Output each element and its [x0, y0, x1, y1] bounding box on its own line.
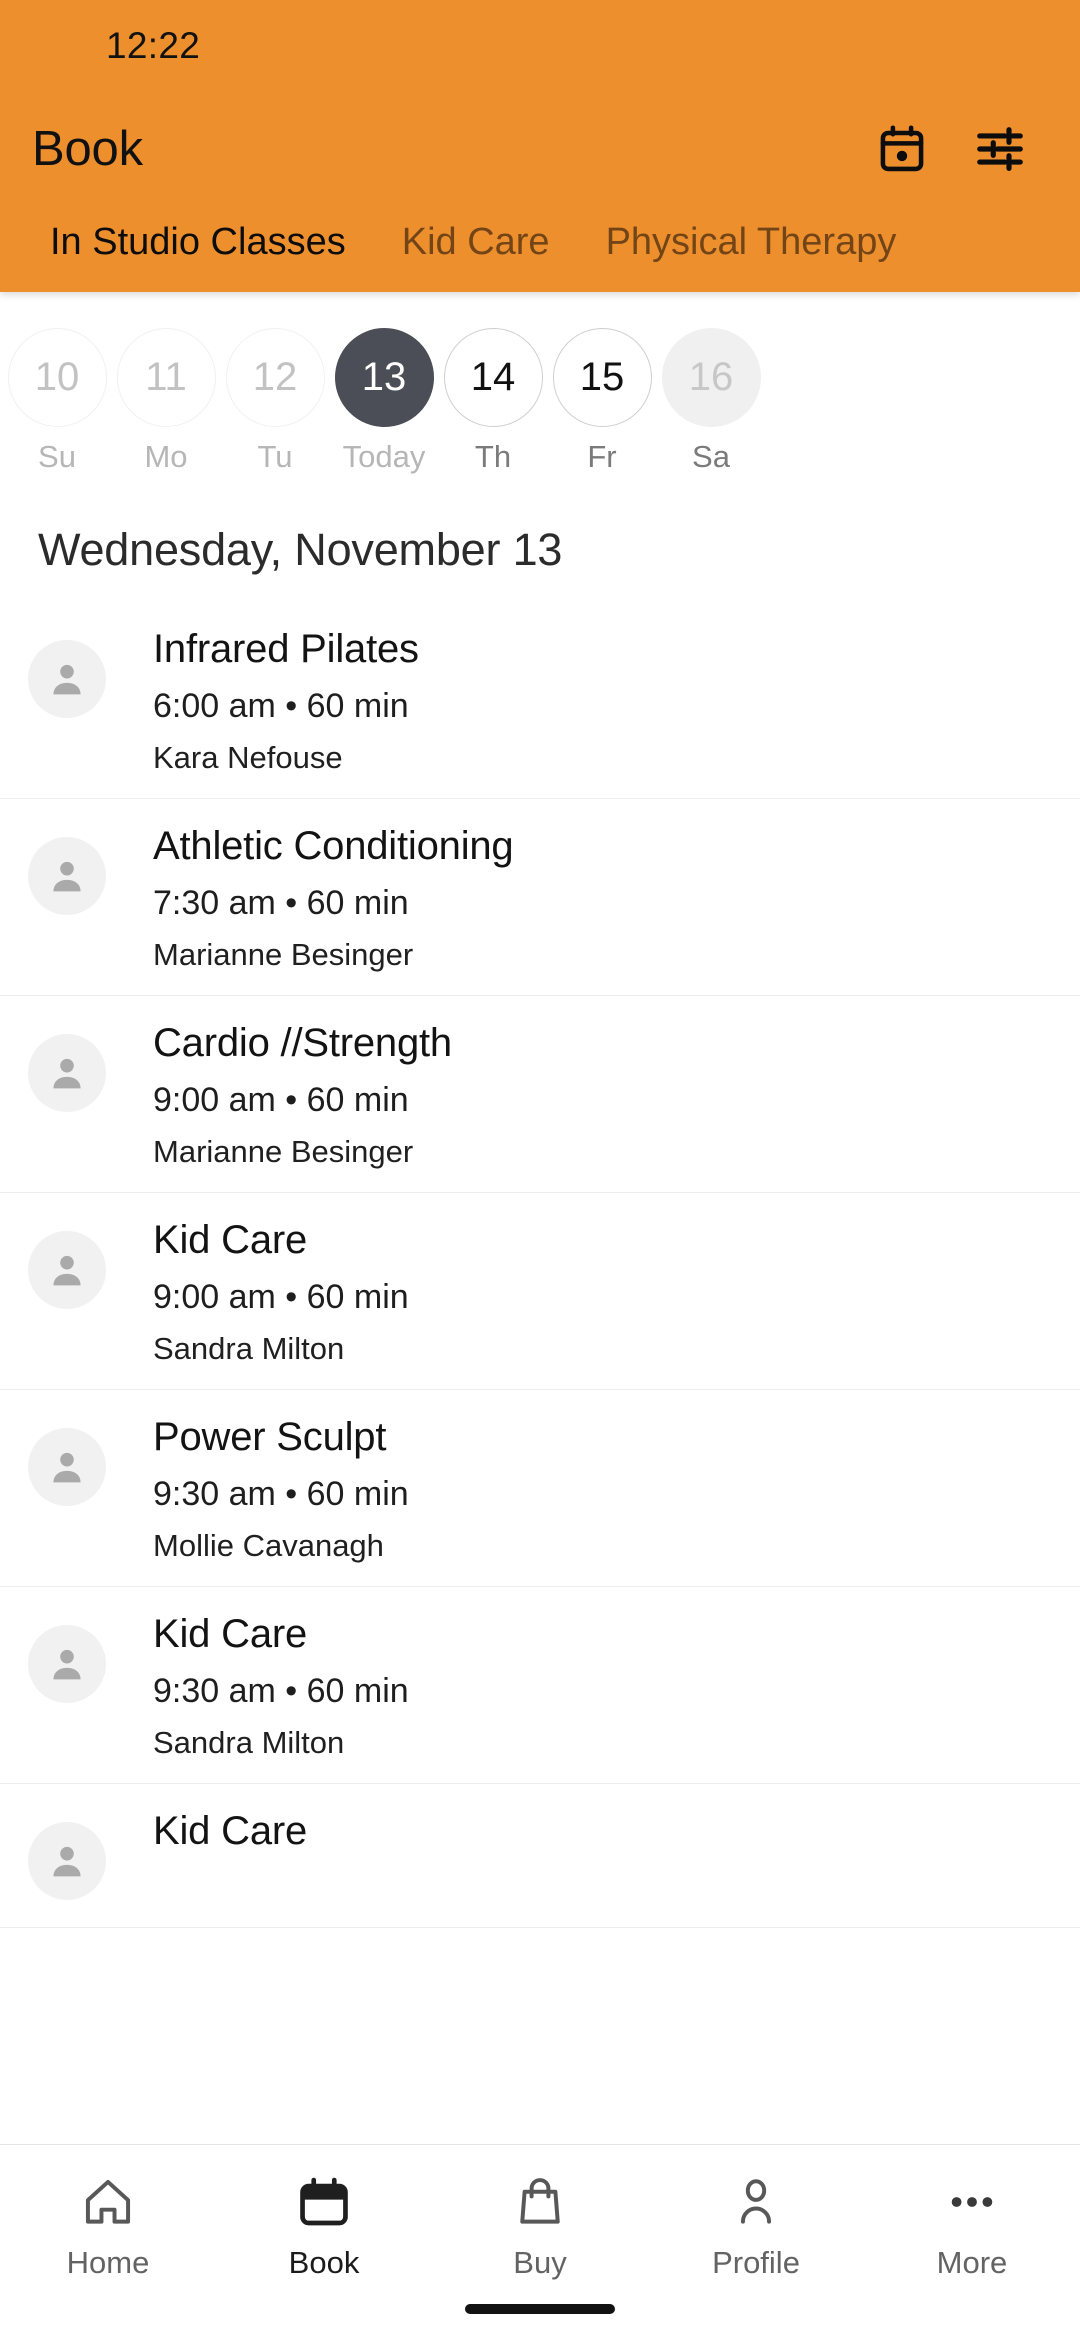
date-cell-15[interactable]: 15 Fr: [550, 328, 654, 475]
instructor-avatar-placeholder: [28, 640, 106, 718]
home-indicator[interactable]: [465, 2304, 615, 2314]
class-info: Infrared Pilates 6:00 am • 60 min Kara N…: [153, 626, 419, 776]
date-label: Sa: [692, 439, 730, 474]
class-time-duration: 7:30 am • 60 min: [153, 884, 409, 923]
class-name: Kid Care: [153, 1217, 308, 1262]
instructor-avatar-placeholder: [28, 1624, 106, 1703]
status-bar-time: 12:22: [106, 25, 201, 66]
app-bar-actions: [864, 111, 1038, 187]
class-name: Infrared Pilates: [153, 627, 419, 671]
tab-physical-therapy[interactable]: Physical Therapy: [578, 221, 925, 278]
nav-item-book[interactable]: Book: [216, 2171, 432, 2281]
instructor-avatar-placeholder: [28, 836, 106, 915]
class-info: Cardio //Strength 9:00 am • 60 min Maria…: [153, 1020, 452, 1170]
status-bar: 12:22: [0, 0, 1080, 92]
date-circle[interactable]: 12: [225, 328, 325, 427]
app-bar: Book: [0, 92, 1080, 206]
date-label: Today: [342, 439, 426, 474]
nav-label: More: [936, 2245, 1008, 2280]
home-indicator-wrap: [0, 2304, 1080, 2314]
date-cell-14[interactable]: 14 Th: [441, 328, 545, 475]
class-row[interactable]: Athletic Conditioning 7:30 am • 60 min M…: [0, 799, 1080, 996]
date-circle[interactable]: 15: [552, 328, 652, 427]
app-header: 12:22 Book In Studio Classes Kid Care Ph…: [0, 0, 1080, 292]
nav-label: Buy: [513, 2245, 567, 2280]
header-bottom-pad: [0, 278, 1080, 292]
class-row[interactable]: Kid Care 9:00 am • 60 min Sandra Milton: [0, 1193, 1080, 1390]
date-circle[interactable]: 10: [7, 328, 107, 427]
calendar-icon[interactable]: [864, 111, 940, 187]
class-name: Kid Care: [153, 1611, 308, 1656]
bag-icon: [512, 2171, 568, 2233]
more-icon: [944, 2171, 1000, 2233]
date-circle-selected[interactable]: 13: [334, 328, 434, 427]
class-row[interactable]: Power Sculpt 9:30 am • 60 min Mollie Cav…: [0, 1390, 1080, 1587]
class-row-partial[interactable]: Kid Care: [0, 1784, 1080, 1928]
date-label: Mo: [144, 439, 188, 474]
nav-item-profile[interactable]: Profile: [648, 2171, 864, 2281]
nav-label: Profile: [712, 2245, 800, 2280]
instructor-avatar-placeholder: [28, 1230, 106, 1309]
class-instructor: Marianne Besinger: [153, 1134, 414, 1170]
person-icon: [728, 2171, 784, 2233]
class-time-duration: 6:00 am • 60 min: [153, 687, 409, 726]
class-info: Kid Care: [153, 1808, 307, 1855]
category-tabs: In Studio Classes Kid Care Physical Ther…: [0, 206, 1080, 278]
class-instructor: Sandra Milton: [153, 1724, 345, 1760]
page-title: Book: [32, 122, 143, 176]
class-info: Kid Care 9:30 am • 60 min Sandra Milton: [153, 1611, 409, 1761]
class-row[interactable]: Cardio //Strength 9:00 am • 60 min Maria…: [0, 996, 1080, 1193]
date-cell-12[interactable]: 12 Tu: [223, 328, 327, 475]
nav-label: Home: [66, 2245, 150, 2280]
instructor-avatar-placeholder: [28, 1033, 106, 1112]
class-row[interactable]: Infrared Pilates 6:00 am • 60 min Kara N…: [0, 602, 1080, 799]
class-instructor: Sandra Milton: [153, 1331, 345, 1367]
nav-item-home[interactable]: Home: [0, 2171, 216, 2281]
class-instructor: Mollie Cavanagh: [153, 1527, 384, 1563]
class-time-duration: 9:30 am • 60 min: [153, 1474, 409, 1513]
date-label: Th: [474, 439, 512, 474]
instructor-avatar-placeholder: [28, 1821, 106, 1900]
date-circle[interactable]: 11: [116, 328, 216, 427]
date-cell-11[interactable]: 11 Mo: [114, 328, 218, 475]
class-info: Power Sculpt 9:30 am • 60 min Mollie Cav…: [153, 1414, 409, 1564]
date-cell-16[interactable]: 16 Sa: [659, 328, 763, 475]
date-cell-10[interactable]: 10 Su: [5, 328, 109, 475]
class-info: Kid Care 9:00 am • 60 min Sandra Milton: [153, 1217, 409, 1367]
home-icon: [80, 2171, 136, 2233]
instructor-avatar-placeholder: [28, 1427, 106, 1506]
filter-icon[interactable]: [962, 111, 1038, 187]
class-name: Athletic Conditioning: [153, 823, 514, 868]
date-circle[interactable]: 14: [443, 328, 543, 427]
date-label: Fr: [587, 439, 617, 474]
app-screen: 12:22 Book In Studio Classes Kid Care Ph…: [0, 0, 1080, 2340]
nav-item-more[interactable]: More: [864, 2171, 1080, 2281]
class-info: Athletic Conditioning 7:30 am • 60 min M…: [153, 823, 514, 973]
class-name: Kid Care: [153, 1808, 308, 1853]
date-strip[interactable]: 10 Su 11 Mo 12 Tu 13 Today 14 Th 15 Fr 1…: [0, 292, 1080, 502]
calendar-icon: [296, 2171, 352, 2233]
date-label: Su: [38, 439, 76, 474]
tab-kid-care[interactable]: Kid Care: [374, 221, 578, 278]
class-time-duration: 9:00 am • 60 min: [153, 1277, 409, 1316]
class-name: Power Sculpt: [153, 1414, 387, 1459]
class-instructor: Kara Nefouse: [153, 740, 343, 776]
date-circle[interactable]: 16: [661, 328, 761, 427]
tab-in-studio-classes[interactable]: In Studio Classes: [22, 221, 374, 278]
class-row[interactable]: Kid Care 9:30 am • 60 min Sandra Milton: [0, 1587, 1080, 1784]
class-instructor: Marianne Besinger: [153, 937, 414, 973]
class-time-duration: 9:30 am • 60 min: [153, 1671, 409, 1710]
date-label: Tu: [257, 439, 293, 474]
class-time-duration: 9:00 am • 60 min: [153, 1081, 409, 1120]
nav-item-buy[interactable]: Buy: [432, 2171, 648, 2281]
class-list[interactable]: Infrared Pilates 6:00 am • 60 min Kara N…: [0, 602, 1080, 2144]
day-heading: Wednesday, November 13: [38, 524, 563, 575]
class-name: Cardio //Strength: [153, 1020, 452, 1065]
nav-label: Book: [288, 2245, 360, 2280]
date-cell-13-today[interactable]: 13 Today: [332, 328, 436, 475]
